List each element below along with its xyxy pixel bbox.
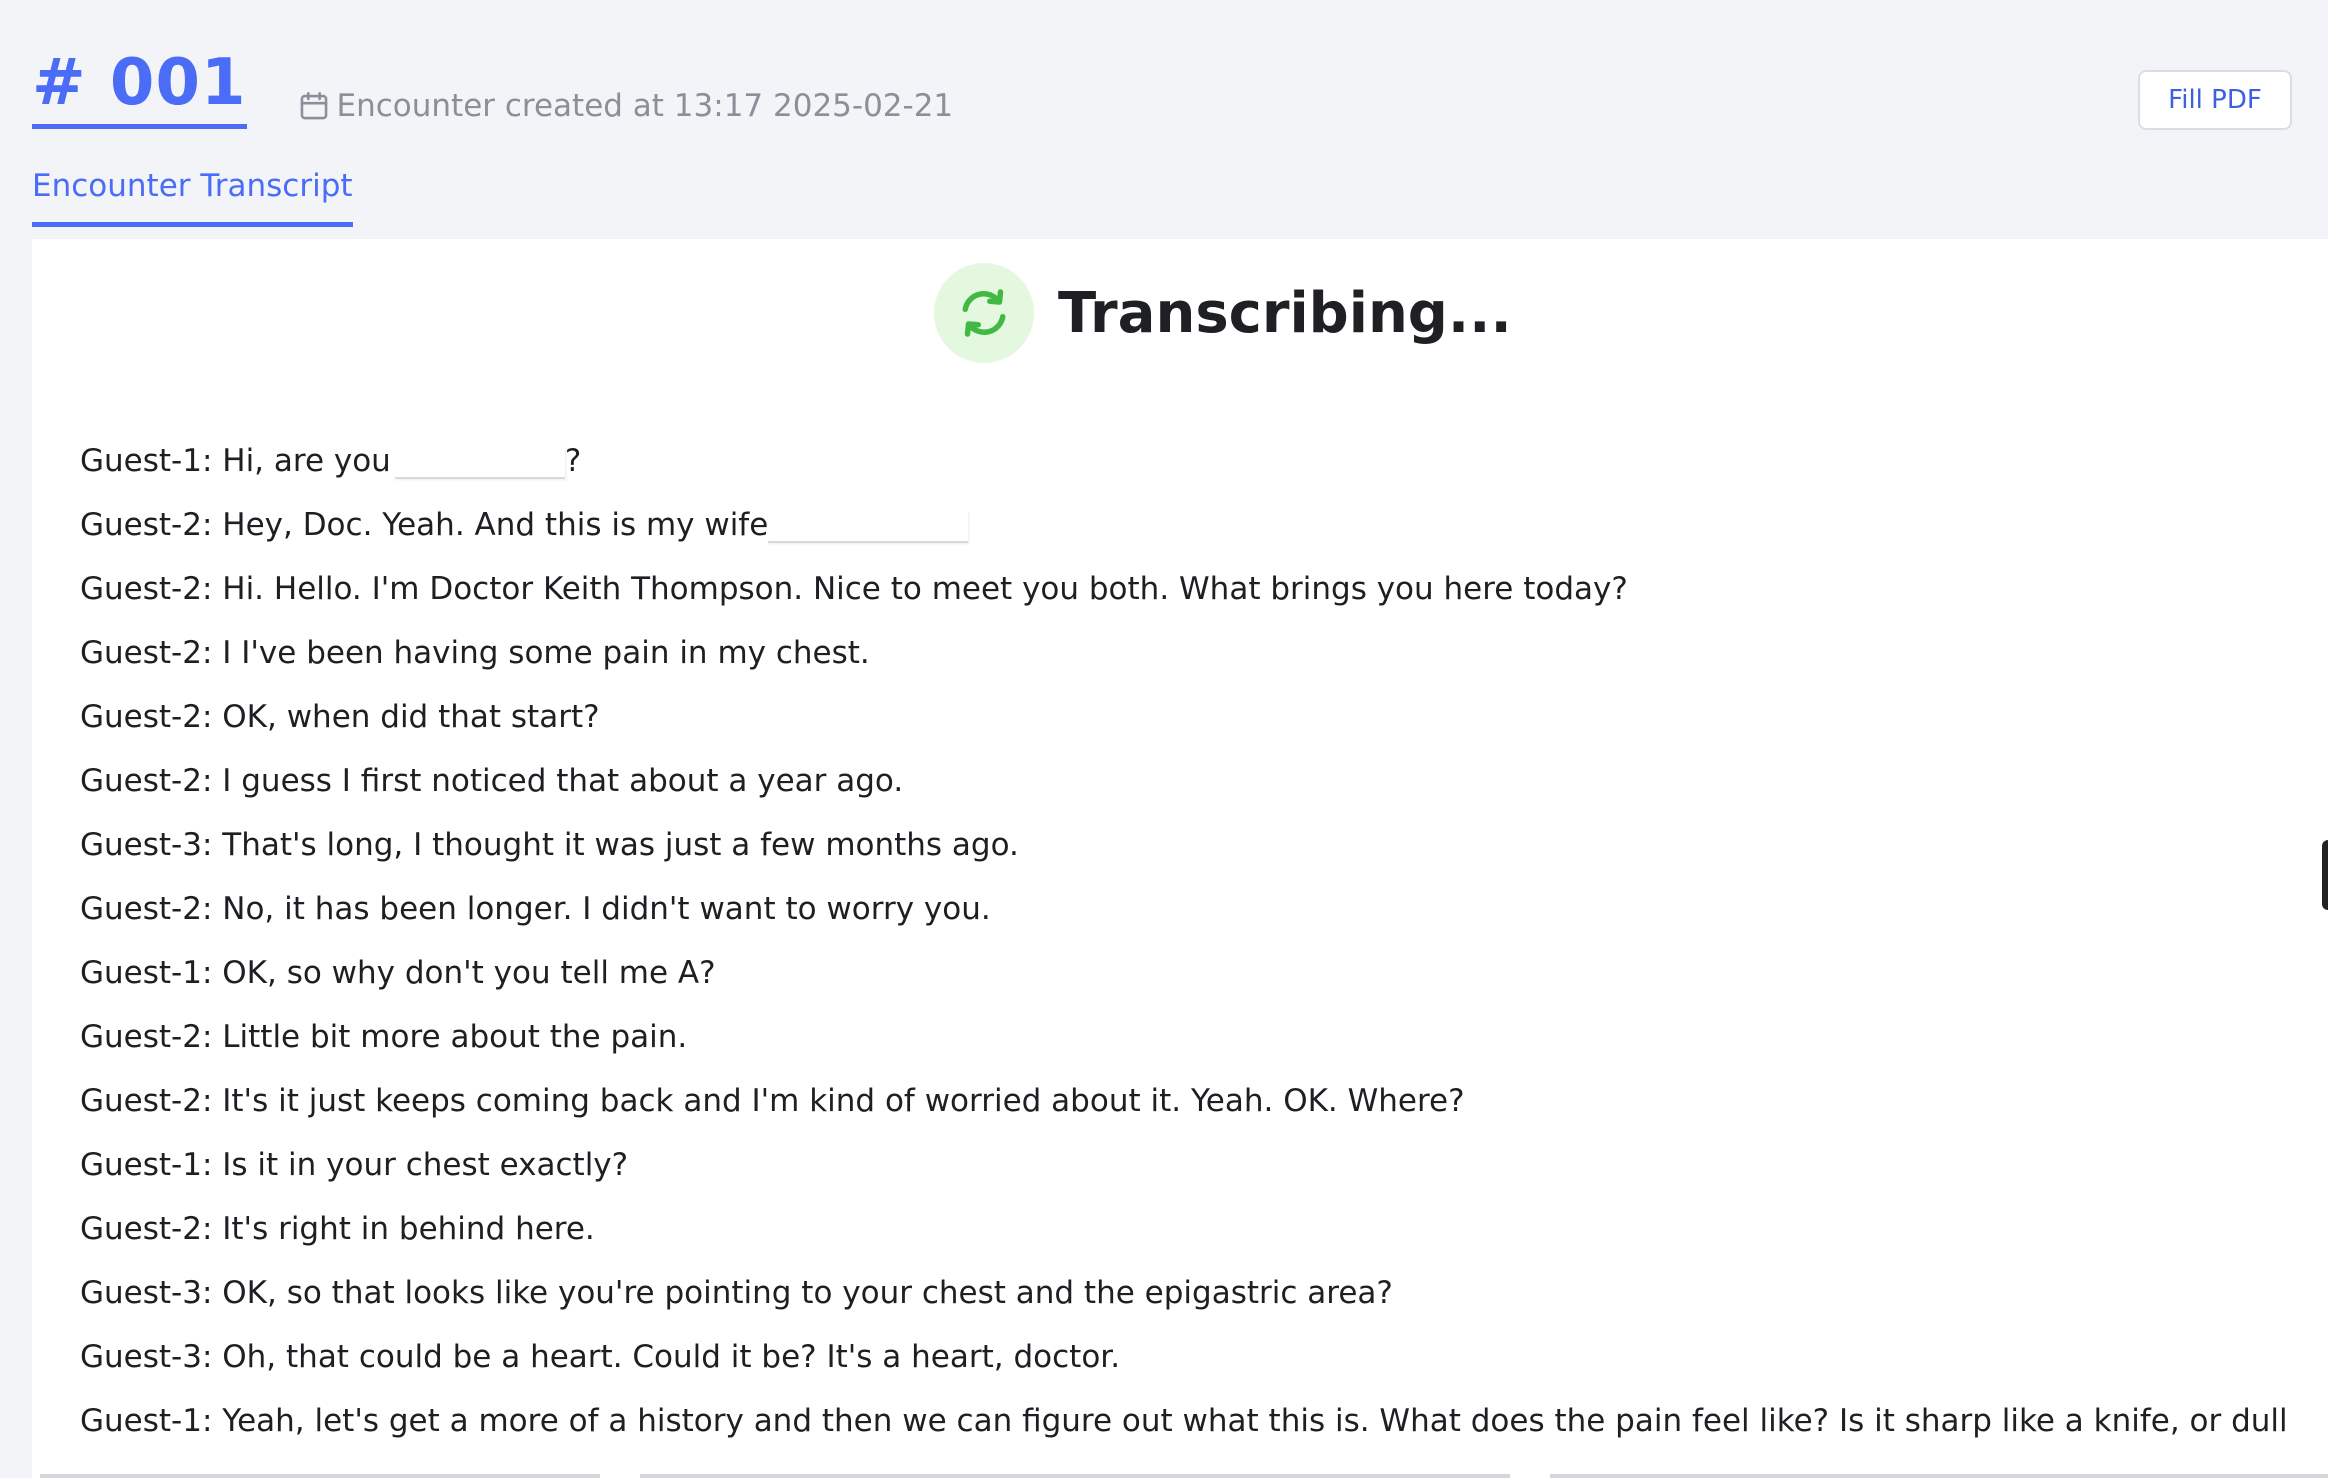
bottom-divider — [640, 1474, 1510, 1478]
transcript-line: Guest-1: Yeah, let's get a more of a his… — [80, 1403, 2288, 1439]
transcript-line: Guest-2: Little bit more about the pain. — [80, 1019, 688, 1055]
status-text: Transcribing... — [1058, 280, 1512, 346]
transcript-line: Guest-3: That's long, I thought it was j… — [80, 827, 1019, 863]
transcript-line: Guest-2: I guess I first noticed that ab… — [80, 763, 904, 799]
side-drawer-handle[interactable] — [2322, 840, 2328, 910]
fill-pdf-button[interactable]: Fill PDF — [2138, 70, 2292, 130]
redaction-box — [394, 446, 565, 479]
transcript-line: Guest-2: No, it has been longer. I didn'… — [80, 891, 991, 927]
transcript-line: Guest-3: OK, so that looks like you're p… — [80, 1275, 1393, 1311]
redaction-box — [768, 510, 969, 543]
created-text: Encounter created at 13:17 2025-02-21 — [336, 88, 954, 124]
encounter-id: # 001 — [32, 44, 247, 129]
encounter-page: # 001 Encounter created at 13:17 2025-02… — [0, 0, 2328, 1478]
transcription-status: Transcribing... — [934, 263, 1512, 363]
transcript-line: Guest-2: OK, when did that start? — [80, 699, 600, 735]
bottom-divider — [40, 1474, 600, 1478]
transcript-line: Guest-3: Oh, that could be a heart. Coul… — [80, 1339, 1121, 1375]
transcript-line: Guest-1: OK, so why don't you tell me A? — [80, 955, 716, 991]
encounter-header: # 001 Encounter created at 13:17 2025-02… — [32, 44, 953, 134]
transcript-line: Guest-2: Hi. Hello. I'm Doctor Keith Tho… — [80, 571, 1628, 607]
calendar-icon — [297, 89, 331, 123]
transcript-line: Guest-2: Hey, Doc. Yeah. And this is my … — [80, 493, 2320, 557]
bottom-divider — [1550, 1474, 2328, 1478]
transcript-line: Guest-1: Is it in your chest exactly? — [80, 1147, 629, 1183]
tab-encounter-transcript[interactable]: Encounter Transcript — [32, 168, 353, 227]
refresh-icon — [934, 263, 1034, 363]
transcript-line: Guest-2: It's right in behind here. — [80, 1211, 595, 1247]
created-info: Encounter created at 13:17 2025-02-21 — [297, 88, 954, 124]
transcript-panel: Transcribing... Guest-1: Hi, are you? Gu… — [32, 239, 2328, 1478]
transcript-list: Guest-1: Hi, are you? Guest-2: Hey, Doc.… — [80, 429, 2320, 1459]
transcript-line: Guest-2: I I've been having some pain in… — [80, 635, 870, 671]
transcript-line: Guest-2: It's it just keeps coming back … — [80, 1083, 1465, 1119]
transcript-line: Guest-1: Hi, are you? — [80, 443, 582, 479]
